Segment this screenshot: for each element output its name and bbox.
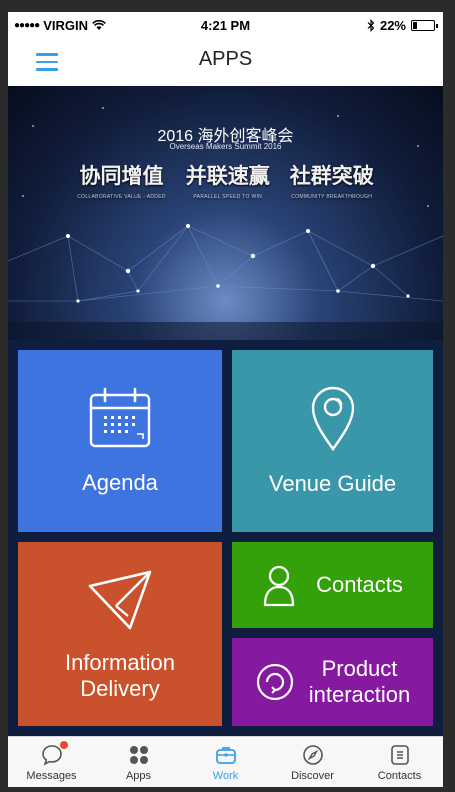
slogan-community: 社群突破 COMMUNITY BREAKTHROUGH <box>290 160 374 200</box>
information-delivery-label-line2: Delivery <box>80 676 160 701</box>
tab-messages[interactable]: Messages <box>8 737 95 787</box>
address-book-icon <box>390 745 409 765</box>
slogan-en: COLLABORATIVE VALUE - ADDED <box>77 194 166 200</box>
agenda-tile[interactable]: Agenda <box>18 350 222 532</box>
status-bar: ●●●●● VIRGIN 4:21 PM 22% <box>8 12 443 40</box>
tab-messages-label: Messages <box>26 770 77 782</box>
tab-work-label: Work <box>212 770 239 782</box>
tab-apps-label: Apps <box>125 770 152 782</box>
paper-plane-icon <box>88 570 152 630</box>
nav-bar: APPS <box>8 40 443 87</box>
slogan-zh: 社群突破 <box>289 165 374 188</box>
phone-screen: ●●●●● VIRGIN 4:21 PM 22% APPS 2016 海外创客峰… <box>8 12 443 787</box>
tab-discover-label: Discover <box>291 770 334 782</box>
apps-grid: Agenda Venue Guide Information Delivery <box>8 340 443 736</box>
apps-grid-icon <box>129 746 148 764</box>
status-right: 22% <box>367 18 438 33</box>
tab-contacts-label: Contacts <box>377 770 422 782</box>
battery-fill <box>413 22 418 29</box>
battery-icon <box>411 20 438 31</box>
tab-bar: Messages Apps Work Discover Contacts <box>8 736 443 787</box>
venue-guide-tile[interactable]: Venue Guide <box>232 350 433 532</box>
slogan-zh: 协同增值 <box>79 165 164 188</box>
briefcase-icon <box>215 747 236 764</box>
slogan-zh: 并联速赢 <box>185 165 270 188</box>
contacts-tile[interactable]: Contacts <box>232 542 433 628</box>
compass-icon <box>302 745 323 765</box>
page-title: APPS <box>198 48 253 70</box>
agenda-label: Agenda <box>82 470 158 495</box>
slogan-collaborative: 协同增值 COLLABORATIVE VALUE - ADDED <box>77 160 166 200</box>
battery-percent: 22% <box>379 18 406 33</box>
product-interaction-icon <box>256 663 293 701</box>
information-delivery-label-line1: Information <box>64 650 176 675</box>
product-interaction-label: Product interaction <box>309 656 411 708</box>
slogan-en: COMMUNITY BREAKTHROUGH <box>291 194 373 200</box>
product-interaction-label-line2: interaction <box>308 682 411 707</box>
product-interaction-label-line1: Product <box>321 656 398 681</box>
tab-discover[interactable]: Discover <box>269 737 356 787</box>
venue-guide-label: Venue Guide <box>268 471 397 496</box>
contacts-label: Contacts <box>316 572 403 597</box>
person-icon <box>263 565 295 607</box>
calendar-icon <box>89 387 151 448</box>
slogan-parallel: 并联速赢 PARALLEL SPEED TO WIN <box>186 160 270 200</box>
banner-subtitle: Overseas Makers Summit 2016 <box>169 142 282 151</box>
location-pin-icon <box>311 386 354 452</box>
unread-badge <box>60 741 68 749</box>
summit-banner[interactable]: 2016 海外创客峰会 Overseas Makers Summit 2016 … <box>8 86 443 340</box>
slogan-en: PARALLEL SPEED TO WIN <box>193 194 263 200</box>
banner-slogans: 协同增值 COLLABORATIVE VALUE - ADDED 并联速赢 PA… <box>8 160 443 200</box>
bluetooth-icon <box>367 19 375 32</box>
tab-work[interactable]: Work <box>182 737 269 787</box>
tab-contacts[interactable]: Contacts <box>356 737 443 787</box>
product-interaction-tile[interactable]: Product interaction <box>232 638 433 726</box>
information-delivery-tile[interactable]: Information Delivery <box>18 542 222 726</box>
tab-apps[interactable]: Apps <box>95 737 182 787</box>
